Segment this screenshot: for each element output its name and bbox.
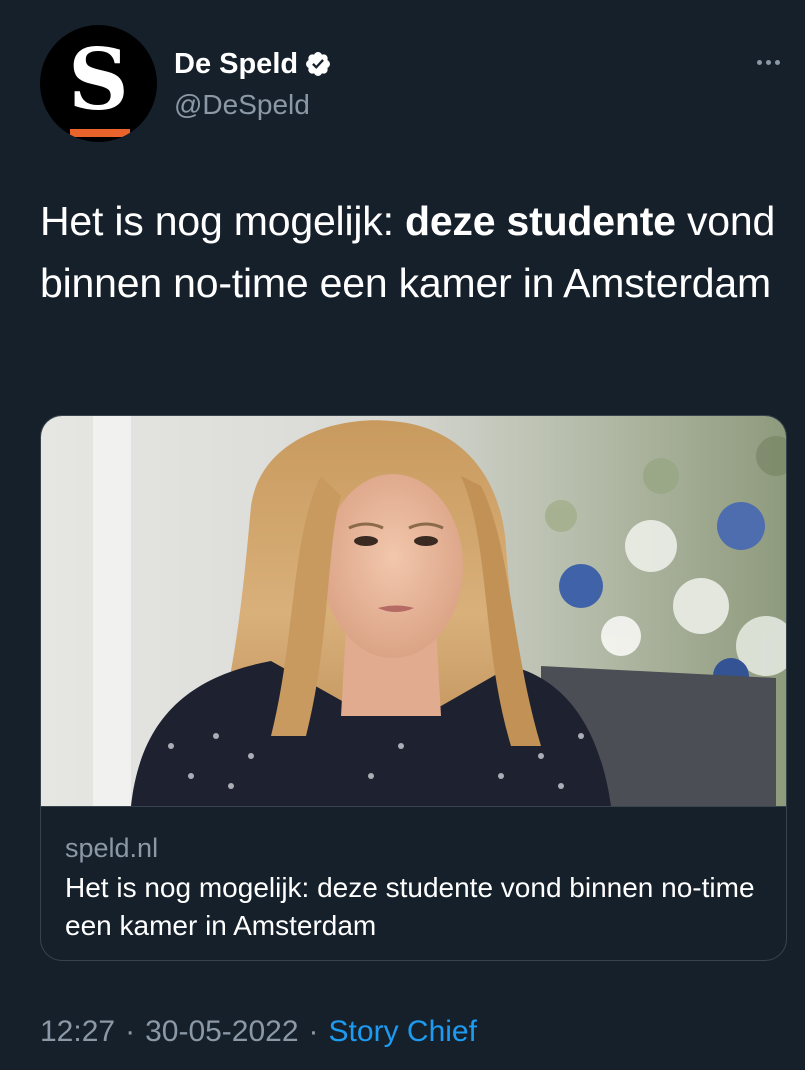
tweet-text-part: Het is nog mogelijk:: [40, 198, 405, 244]
tweet-source-link[interactable]: Story Chief: [329, 1015, 477, 1048]
card-image: [41, 416, 786, 806]
card-title: Het is nog mogelijk: deze studente vond …: [65, 872, 755, 941]
avatar-logo-stripe: [70, 129, 130, 137]
tweet-text: Het is nog mogelijk: deze studente vond …: [40, 190, 780, 314]
tweet: S De Speld @DeSpeld Het is nog mogelijk:…: [0, 0, 805, 1070]
meta-separator: ·: [125, 1015, 136, 1048]
author-name-row[interactable]: De Speld: [174, 46, 332, 82]
avatar[interactable]: S: [40, 25, 157, 142]
card-domain: speld.nl: [65, 833, 159, 863]
meta-separator: ·: [308, 1015, 319, 1048]
tweet-date[interactable]: 30-05-2022: [145, 1015, 298, 1048]
verified-badge-icon: [304, 50, 332, 78]
card-info: speld.nl Het is nog mogelijk: deze stude…: [41, 806, 786, 960]
tweet-time[interactable]: 12:27: [40, 1015, 115, 1048]
tweet-text-bold: deze studente: [404, 198, 676, 244]
link-card[interactable]: speld.nl Het is nog mogelijk: deze stude…: [40, 415, 787, 961]
tweet-meta: 12:27 · 30-05-2022 · Story Chief: [40, 1012, 477, 1052]
more-options-icon[interactable]: [746, 46, 790, 78]
author-display-name: De Speld: [174, 48, 299, 80]
author-handle[interactable]: @DeSpeld: [174, 88, 310, 122]
avatar-logo-letter: S: [68, 30, 129, 129]
